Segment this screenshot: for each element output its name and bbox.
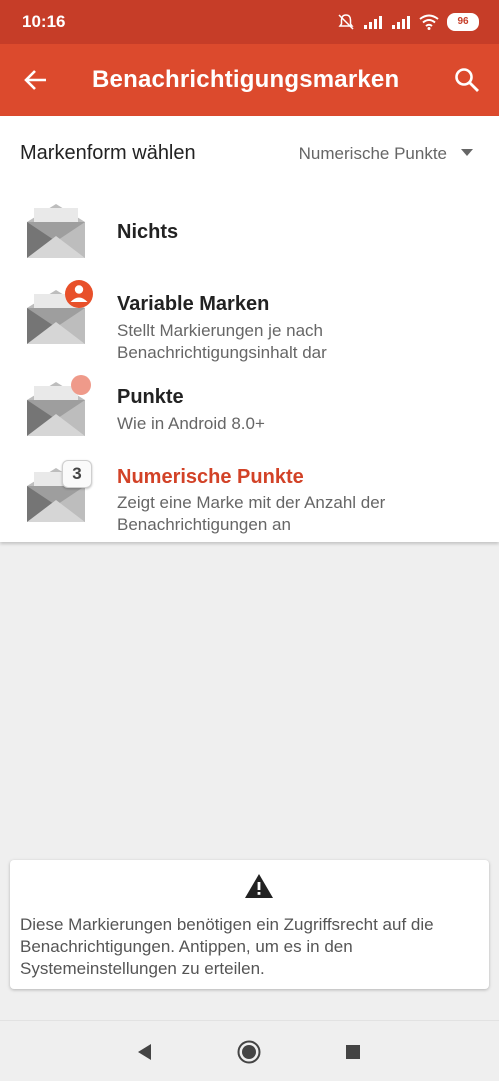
permission-notice[interactable]: Diese Markierungen benötigen ein Zugriff… — [10, 860, 489, 989]
badge-settings-card: Markenform wählen Numerische Punkte Nich… — [0, 116, 499, 542]
option-title: Punkte — [117, 386, 184, 408]
arrow-left-icon[interactable] — [22, 66, 50, 94]
nav-recents-icon[interactable] — [340, 1039, 366, 1065]
wifi-icon — [419, 14, 439, 30]
chevron-down-icon — [461, 149, 473, 156]
nav-back-icon[interactable] — [132, 1039, 158, 1065]
option-title: Nichts — [117, 221, 179, 243]
selector-value[interactable]: Numerische Punkte — [299, 144, 447, 164]
dot-badge-icon — [71, 375, 91, 395]
badge-shape-selector[interactable]: Markenform wählen Numerische Punkte — [0, 116, 499, 188]
option-title: Variable Marken — [117, 293, 270, 315]
option-variable-badges[interactable]: Variable Marken Stellt Markierungen je n… — [0, 276, 499, 362]
battery-indicator: 96 — [447, 13, 479, 31]
bell-off-icon — [338, 14, 354, 30]
selector-label: Markenform wählen — [20, 142, 196, 164]
envelope-number-badge: 3 — [24, 458, 96, 524]
option-dots[interactable]: Punkte Wie in Android 8.0+ — [0, 372, 499, 444]
envelope-icon — [27, 280, 93, 344]
warning-icon — [245, 874, 273, 898]
navigation-bar — [0, 1020, 499, 1081]
person-badge-icon — [65, 280, 93, 308]
status-icons: 96 — [337, 10, 479, 34]
option-numeric-dots[interactable]: 3 Numerische Punkte Zeigt eine Marke mit… — [0, 456, 499, 536]
option-title: Numerische Punkte — [117, 466, 304, 488]
status-bar: 10:16 96 — [0, 0, 499, 44]
option-subtitle: Stellt Markierungen je nach Benachrichti… — [117, 321, 327, 362]
option-subtitle: Wie in Android 8.0+ — [117, 414, 265, 433]
number-badge-icon: 3 — [62, 460, 92, 488]
page-title: Benachrichtigungsmarken — [92, 66, 400, 93]
app-bar: Benachrichtigungsmarken — [0, 44, 499, 116]
status-time: 10:16 — [22, 12, 66, 31]
nav-home-icon[interactable] — [236, 1039, 262, 1065]
signal-icon-2 — [392, 16, 410, 29]
envelope-icon — [27, 375, 91, 436]
notice-message: Diese Markierungen benötigen ein Zugriff… — [20, 915, 434, 978]
signal-icon — [364, 16, 382, 29]
option-none[interactable]: Nichts — [0, 196, 499, 268]
search-icon[interactable] — [453, 66, 481, 94]
envelope-icon — [27, 204, 85, 258]
option-subtitle: Zeigt eine Marke mit der Anzahl der Bena… — [117, 493, 386, 534]
